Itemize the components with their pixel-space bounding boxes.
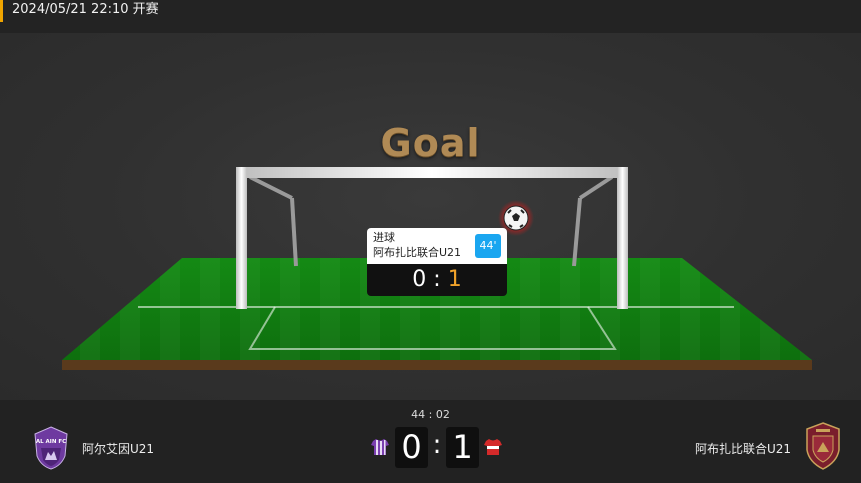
purple-striped-shirt-icon xyxy=(371,439,389,455)
home-team-name: 阿尔艾因U21 xyxy=(82,442,155,456)
kickoff-time: 2024/05/21 22:10 开赛 xyxy=(12,2,159,17)
home-score: 0 xyxy=(395,427,428,468)
event-score-separator: : xyxy=(433,267,441,292)
goal-left-post xyxy=(236,167,247,309)
home-crest-text: AL AIN FC xyxy=(36,439,66,445)
soccer-ball-icon xyxy=(503,205,529,231)
event-away-score: 1 xyxy=(447,267,462,292)
goal-animation-stage: Goal 进球 阿布扎比联合U21 44' 0 : 1 xyxy=(0,33,861,400)
goal-event-popup: 进球 阿布扎比联合U21 44' 0 : 1 xyxy=(367,228,507,296)
event-minute-badge: 44' xyxy=(475,234,501,258)
score-separator: : xyxy=(432,430,442,460)
scoreboard: 44 : 02 AL AIN FC 阿尔艾因U21 0 : 1 阿布扎比联合U2… xyxy=(0,400,861,483)
goal-right-post xyxy=(617,167,628,309)
away-team-name: 阿布扎比联合U21 xyxy=(694,442,791,456)
goal-title: Goal xyxy=(380,121,481,165)
event-score: 0 : 1 xyxy=(367,264,507,296)
red-white-shirt-icon xyxy=(484,439,502,455)
match-clock: 44 : 02 xyxy=(411,408,450,421)
accent-marker xyxy=(0,0,3,22)
pitch-soil xyxy=(62,360,812,370)
al-ain-fc-crest-icon: AL AIN FC xyxy=(34,426,68,470)
abu-dhabi-crest-icon xyxy=(806,422,840,470)
event-home-score: 0 xyxy=(412,267,427,292)
top-bar: 2024/05/21 22:10 开赛 xyxy=(0,0,861,33)
goal-crossbar xyxy=(236,167,628,178)
away-score: 1 xyxy=(446,427,479,468)
pitch-illustration xyxy=(62,167,812,370)
event-info: 进球 阿布扎比联合U21 44' xyxy=(367,228,507,264)
